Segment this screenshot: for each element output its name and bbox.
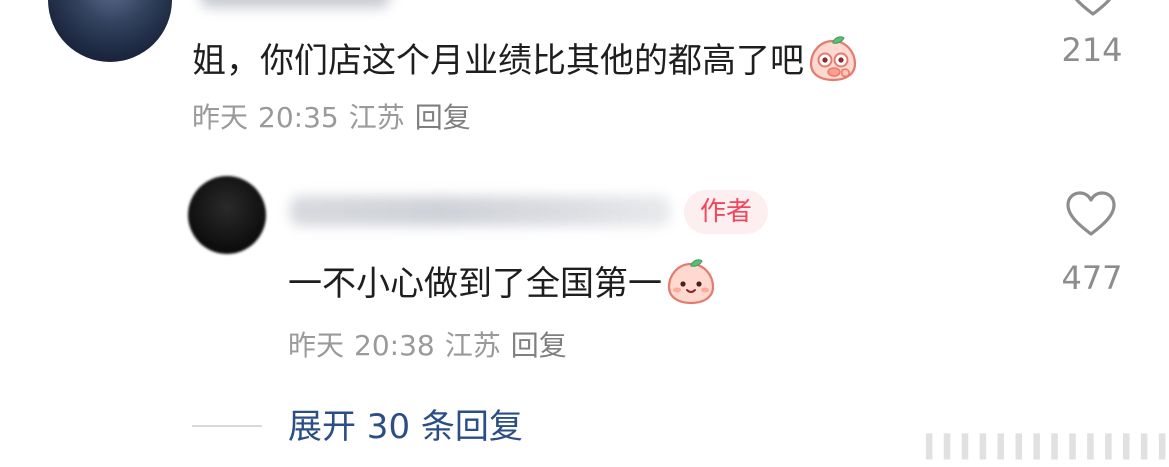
comment-text: 姐，你们店这个月业绩比其他的都高了吧 [192, 36, 858, 82]
commenter-avatar[interactable] [48, 0, 172, 62]
expand-divider [192, 425, 262, 427]
heart-outline-icon[interactable] [1064, 190, 1118, 238]
reply-button[interactable]: 回复 [511, 329, 567, 362]
reply-button[interactable]: 回复 [415, 101, 471, 134]
peach-emoji-smile-icon [667, 259, 715, 305]
author-avatar[interactable] [188, 176, 266, 254]
watermark-blur: ▍▍▍▍▍▍▍▍▍▍▍▍▍▍ [926, 435, 1169, 460]
comment-location: 江苏 [348, 101, 405, 134]
reply-time: 20:38 [354, 329, 435, 362]
comment-meta: 昨天 20:35 江苏 回复 [192, 104, 481, 132]
comment-text-content: 姐，你们店这个月业绩比其他的都高了吧 [192, 41, 804, 81]
expand-replies-button[interactable]: 展开 30 条回复 [288, 410, 523, 444]
peach-emoji-surprised-icon [809, 36, 857, 82]
comment-date: 昨天 [192, 101, 249, 134]
author-name-redacted [290, 196, 670, 226]
reply-location: 江苏 [444, 329, 501, 362]
like-count: 214 [1061, 31, 1123, 69]
comment-time: 20:35 [258, 101, 339, 134]
reply-text-content: 一不小心做到了全国第一 [288, 264, 662, 304]
reply-meta: 昨天 20:38 江苏 回复 [288, 332, 577, 360]
reply-text: 一不小心做到了全国第一 [288, 259, 716, 305]
like-count: 477 [1061, 259, 1123, 297]
author-badge: 作者 [684, 190, 769, 234]
reply-date: 昨天 [288, 329, 345, 362]
commenter-name-redacted [200, 0, 390, 8]
heart-outline-icon[interactable] [1066, 0, 1120, 18]
